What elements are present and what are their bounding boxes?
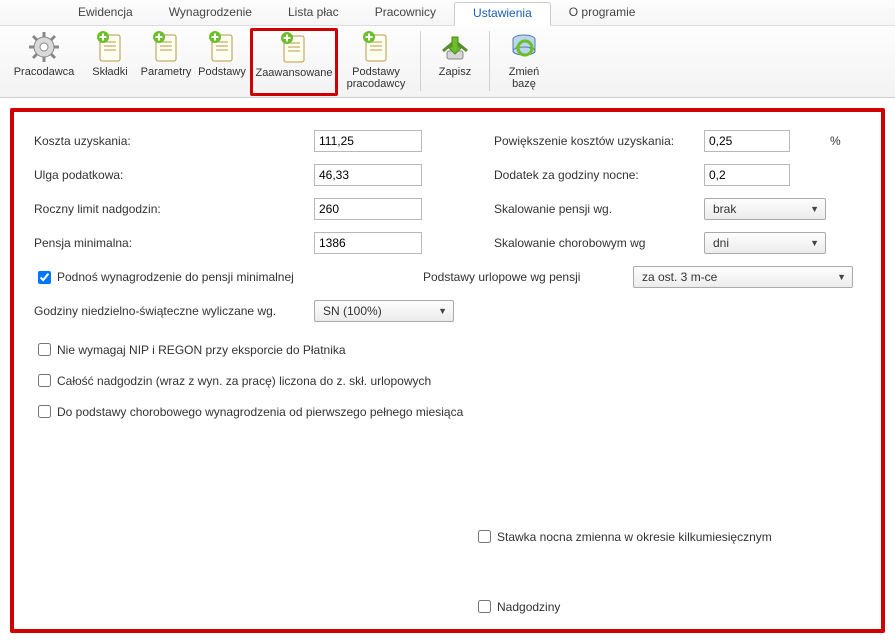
- toolbar-parametry[interactable]: Parametry: [138, 28, 194, 80]
- select-value: dni: [713, 236, 729, 250]
- stawka-nocna-label: Stawka nocna zmienna w okresie kilkumies…: [497, 530, 772, 544]
- skalowanie-pensji-select[interactable]: brak ▼: [704, 198, 826, 220]
- podnos-label: Podnoś wynagrodzenie do pensji minimalne…: [57, 270, 294, 284]
- podnos-checkbox[interactable]: [38, 271, 51, 284]
- toolbar-label: Pracodawca: [14, 66, 75, 78]
- toolbar-separator: [489, 31, 490, 91]
- chevron-down-icon: ▼: [837, 272, 846, 282]
- skalowanie-pensji-label: Skalowanie pensji wg.: [474, 202, 704, 216]
- toolbar-zmien-baze[interactable]: Zmień bazę: [496, 28, 552, 92]
- menu-pracownicy[interactable]: Pracownicy: [357, 2, 454, 25]
- toolbar-zapisz[interactable]: Zapisz: [427, 28, 483, 80]
- calosc-nadgodzin-label: Całość nadgodzin (wraz z wyn. za pracę) …: [57, 374, 431, 388]
- save-icon: [438, 30, 472, 64]
- godziny-sw-label: Godziny niedzielno-świąteczne wyliczane …: [34, 304, 314, 318]
- calosc-nadgodzin-checkbox-row[interactable]: Całość nadgodzin (wraz z wyn. za pracę) …: [34, 371, 853, 390]
- skalowanie-chor-label: Skalowanie chorobowym wg: [474, 236, 704, 250]
- toolbar-label: Parametry: [141, 66, 192, 78]
- ulga-label: Ulga podatkowa:: [34, 168, 314, 182]
- toolbar-skladki[interactable]: Składki: [82, 28, 138, 80]
- document-plus-icon: [205, 30, 239, 64]
- nip-regon-label: Nie wymagaj NIP i REGON przy eksporcie d…: [57, 343, 346, 357]
- select-value: za ost. 3 m-ce: [642, 270, 717, 284]
- settings-panel: Koszta uzyskania: Powiększenie kosztów u…: [10, 108, 885, 633]
- menu-bar: Ewidencja Wynagrodzenie Lista płac Praco…: [0, 0, 895, 26]
- select-value: brak: [713, 202, 736, 216]
- nadgodziny-checkbox[interactable]: [478, 600, 491, 613]
- roczny-limit-label: Roczny limit nadgodzin:: [34, 202, 314, 216]
- godziny-sw-select[interactable]: SN (100%) ▼: [314, 300, 454, 322]
- toolbar-label: Podstawy: [198, 66, 246, 78]
- chevron-down-icon: ▼: [438, 306, 447, 316]
- toolbar-label: Zaawansowane: [255, 67, 332, 79]
- nip-regon-checkbox[interactable]: [38, 343, 51, 356]
- podnos-checkbox-row[interactable]: Podnoś wynagrodzenie do pensji minimalne…: [34, 268, 294, 287]
- ribbon-toolbar: Pracodawca Składki Parametry Podstawy Za…: [0, 26, 895, 98]
- chevron-down-icon: ▼: [810, 238, 819, 248]
- nip-regon-checkbox-row[interactable]: Nie wymagaj NIP i REGON przy eksporcie d…: [34, 340, 853, 359]
- podstawy-chor-checkbox[interactable]: [38, 405, 51, 418]
- powiekszenie-input[interactable]: [704, 130, 790, 152]
- document-plus-icon: [149, 30, 183, 64]
- menu-o-programie[interactable]: O programie: [551, 2, 654, 25]
- toolbar-pracodawca[interactable]: Pracodawca: [6, 28, 82, 80]
- toolbar-label: Podstawy pracodawcy: [339, 66, 413, 90]
- toolbar-podstawy[interactable]: Podstawy: [194, 28, 250, 80]
- toolbar-label: Składki: [92, 66, 127, 78]
- document-plus-icon: [277, 31, 311, 65]
- ulga-input[interactable]: [314, 164, 422, 186]
- koszta-uzyskania-input[interactable]: [314, 130, 422, 152]
- dodatek-input[interactable]: [704, 164, 790, 186]
- gear-icon: [27, 30, 61, 64]
- database-refresh-icon: [507, 30, 541, 64]
- menu-lista-plac[interactable]: Lista płac: [270, 2, 357, 25]
- podstawy-url-label: Podstawy urlopowe wg pensji: [403, 270, 633, 284]
- select-value: SN (100%): [323, 304, 382, 318]
- stawka-nocna-checkbox-row[interactable]: Stawka nocna zmienna w okresie kilkumies…: [474, 527, 772, 546]
- skalowanie-chor-select[interactable]: dni ▼: [704, 232, 826, 254]
- calosc-nadgodzin-checkbox[interactable]: [38, 374, 51, 387]
- document-plus-icon: [93, 30, 127, 64]
- koszta-uzyskania-label: Koszta uzyskania:: [34, 134, 314, 148]
- toolbar-zaawansowane[interactable]: Zaawansowane: [250, 28, 338, 96]
- pensja-min-input[interactable]: [314, 232, 422, 254]
- chevron-down-icon: ▼: [810, 204, 819, 214]
- menu-ewidencja[interactable]: Ewidencja: [60, 2, 151, 25]
- toolbar-podstawy-pracodawcy[interactable]: Podstawy pracodawcy: [338, 28, 414, 92]
- dodatek-label: Dodatek za godziny nocne:: [474, 168, 704, 182]
- podstawy-chor-label: Do podstawy chorobowego wynagrodzenia od…: [57, 405, 463, 419]
- podstawy-chor-checkbox-row[interactable]: Do podstawy chorobowego wynagrodzenia od…: [34, 402, 853, 421]
- toolbar-label: Zmień bazę: [497, 66, 551, 90]
- toolbar-label: Zapisz: [439, 66, 471, 78]
- roczny-limit-input[interactable]: [314, 198, 422, 220]
- nadgodziny-label: Nadgodziny: [497, 600, 560, 614]
- toolbar-separator: [420, 31, 421, 91]
- percent-sign: %: [830, 134, 841, 148]
- nadgodziny-checkbox-row[interactable]: Nadgodziny: [474, 597, 560, 616]
- stawka-nocna-checkbox[interactable]: [478, 530, 491, 543]
- menu-wynagrodzenie[interactable]: Wynagrodzenie: [151, 2, 270, 25]
- menu-ustawienia[interactable]: Ustawienia: [454, 2, 551, 26]
- podstawy-url-select[interactable]: za ost. 3 m-ce ▼: [633, 266, 853, 288]
- document-plus-icon: [359, 30, 393, 64]
- pensja-min-label: Pensja minimalna:: [34, 236, 314, 250]
- powiekszenie-label: Powiększenie kosztów uzyskania:: [474, 134, 704, 148]
